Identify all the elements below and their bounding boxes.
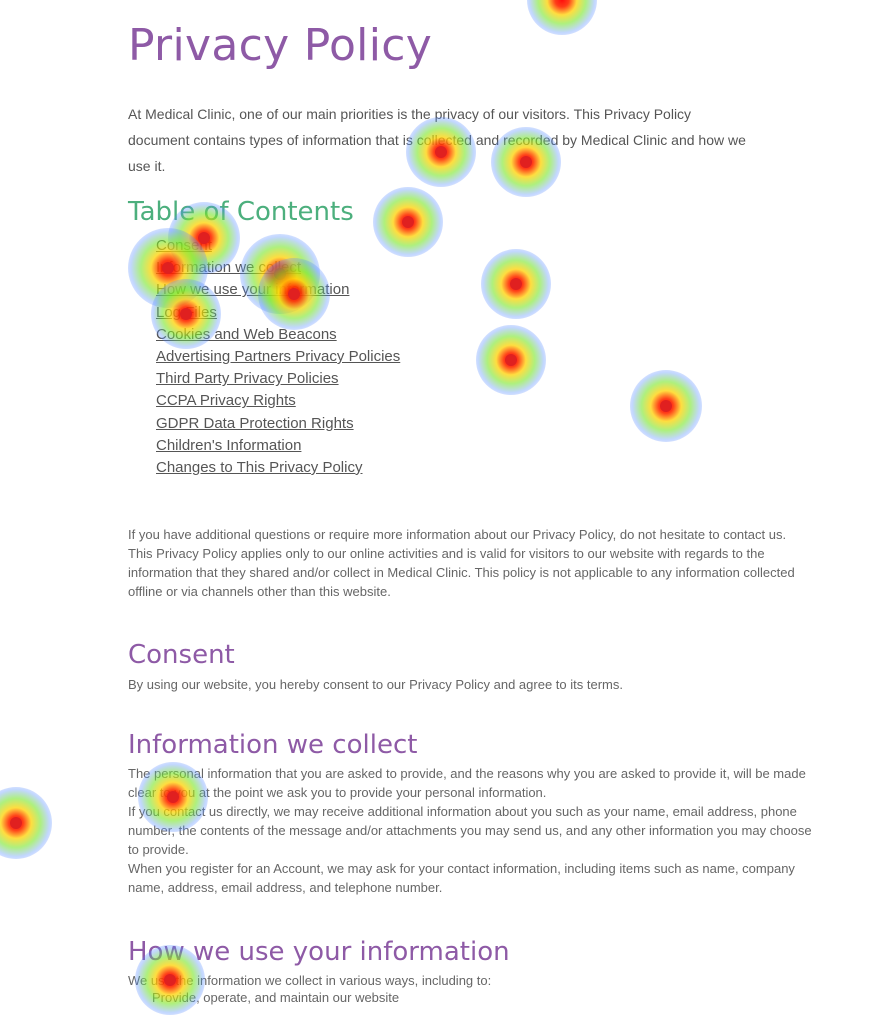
toc-item: Information we collect <box>156 257 400 279</box>
collect-heading: Information we collect <box>128 730 418 760</box>
heatmap-blob <box>0 787 52 859</box>
collect-section: The personal information that you are as… <box>128 764 818 897</box>
collect-paragraph-3: When you register for an Account, we may… <box>128 861 795 895</box>
toc-link-information-we-collect[interactable]: Information we collect <box>156 259 301 276</box>
toc-link-ccpa[interactable]: CCPA Privacy Rights <box>156 392 296 409</box>
toc-item: Third Party Privacy Policies <box>156 368 400 390</box>
consent-section: By using our website, you hereby consent… <box>128 675 818 694</box>
toc-link-changes[interactable]: Changes to This Privacy Policy <box>156 459 362 476</box>
heatmap-hotspot <box>402 216 414 228</box>
heatmap-blob <box>527 0 597 35</box>
toc-link-advertising-partners[interactable]: Advertising Partners Privacy Policies <box>156 348 400 365</box>
heatmap-blob <box>476 325 546 395</box>
toc-link-children[interactable]: Children's Information <box>156 437 301 454</box>
toc-link-log-files[interactable]: Log Files <box>156 304 217 321</box>
toc-item: GDPR Data Protection Rights <box>156 413 400 435</box>
toc-link-third-party[interactable]: Third Party Privacy Policies <box>156 370 339 387</box>
collect-paragraph-1: The personal information that you are as… <box>128 766 806 800</box>
consent-heading: Consent <box>128 640 235 670</box>
heatmap-blob <box>630 370 702 442</box>
page-title: Privacy Policy <box>128 20 433 71</box>
toc-item: Advertising Partners Privacy Policies <box>156 346 400 368</box>
heatmap-hotspot <box>510 278 522 290</box>
intro-paragraph: At Medical Clinic, one of our main prior… <box>128 106 746 174</box>
heatmap-blob <box>481 249 551 319</box>
toc-link-cookies[interactable]: Cookies and Web Beacons <box>156 326 337 343</box>
toc-item: Log Files <box>156 302 400 324</box>
heatmap-hotspot <box>660 400 672 412</box>
toc-item: Changes to This Privacy Policy <box>156 457 400 479</box>
table-of-contents: Consent Information we collect How we us… <box>156 235 400 479</box>
toc-item: Consent <box>156 235 400 257</box>
toc-link-how-we-use[interactable]: How we use your information <box>156 281 349 298</box>
use-section: We use the information we collect in var… <box>128 971 818 990</box>
toc-heading: Table of Contents <box>128 197 354 227</box>
use-paragraph: We use the information we collect in var… <box>128 973 492 988</box>
heatmap-hotspot <box>505 354 517 366</box>
toc-item: Cookies and Web Beacons <box>156 324 400 346</box>
toc-item: CCPA Privacy Rights <box>156 390 400 412</box>
general-paragraph-1: If you have additional questions or requ… <box>128 527 787 542</box>
collect-paragraph-2: If you contact us directly, we may recei… <box>128 804 812 857</box>
general-section: If you have additional questions or requ… <box>128 525 818 601</box>
general-paragraph-2: This Privacy Policy applies only to our … <box>128 546 795 599</box>
toc-item: Children's Information <box>156 435 400 457</box>
heatmap-hotspot <box>10 817 22 829</box>
toc-item: How we use your information <box>156 279 400 301</box>
toc-link-consent[interactable]: Consent <box>156 237 212 254</box>
toc-link-gdpr[interactable]: GDPR Data Protection Rights <box>156 415 354 432</box>
use-heading: How we use your information <box>128 937 510 967</box>
consent-paragraph: By using our website, you hereby consent… <box>128 677 623 692</box>
